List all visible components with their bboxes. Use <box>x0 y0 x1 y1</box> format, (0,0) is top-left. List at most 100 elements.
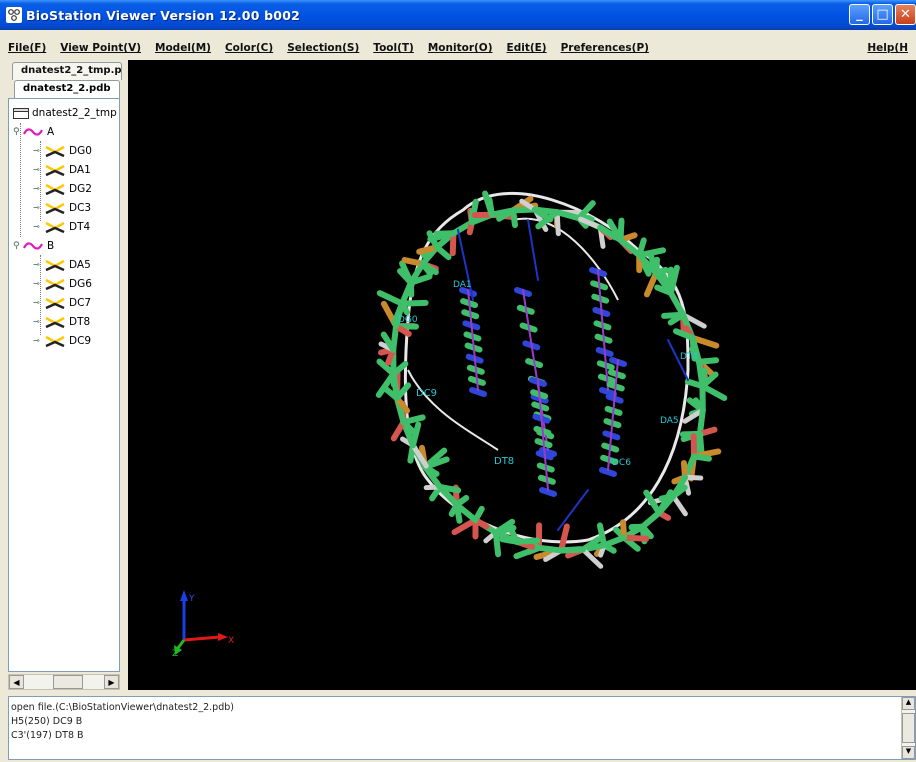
close-icon: ✕ <box>900 7 911 22</box>
residue-label-da5: DA5 <box>660 416 679 426</box>
console-vertical-scrollbar[interactable]: ▲ ▼ <box>901 697 915 759</box>
tree-chain-label: A <box>47 125 55 138</box>
maximize-icon: □ <box>876 7 889 22</box>
expand-toggle-icon[interactable]: ⚲ <box>13 241 23 251</box>
tab-dnatest2-2[interactable]: dnatest2_2.pdb <box>14 80 120 98</box>
structure-tree: dnatest2_2_tmp ⚲ A ⊸ DG0 ⊸ DA1 ⊸ DG2 ⊸ D… <box>8 98 120 672</box>
menu-monitor[interactable]: Monitor(O) <box>420 42 499 54</box>
bond-stick <box>514 537 541 545</box>
node-handle-icon: ⊸ <box>33 336 40 345</box>
tree-residue-dg2[interactable]: ⊸ DG2 <box>33 179 92 198</box>
console-line: C3'(197) DT8 B <box>11 730 84 741</box>
node-handle-icon: ⊸ <box>33 298 40 307</box>
residue-label: DG0 <box>69 144 92 157</box>
tree-horizontal-scrollbar[interactable]: ◀ ▶ <box>8 674 120 690</box>
residue-label-dc6: DC6 <box>612 458 631 468</box>
tree-residue-dg0[interactable]: ⊸ DG0 <box>33 141 92 160</box>
arrow-up-icon: ▲ <box>905 698 912 706</box>
residue-bond-icon <box>45 145 65 157</box>
residue-label-dt4: DT4 <box>680 352 698 362</box>
tree-chain-b[interactable]: ⚲ B <box>13 236 54 255</box>
console-line: open file.(C:\BioStationViewer\dnatest2_… <box>11 702 234 713</box>
molecule-viewer[interactable]: DA1 DG0 DC9 DT4 DA5 DT8 DC6 Y X Z <box>128 60 916 690</box>
tree-residue-dg6[interactable]: ⊸ DG6 <box>33 274 92 293</box>
residue-label: DT4 <box>69 220 91 233</box>
menu-color[interactable]: Color(C) <box>217 42 279 54</box>
axis-label-z: Z <box>172 649 178 659</box>
residue-bond-icon <box>45 335 65 347</box>
bond-stick <box>492 529 502 558</box>
console-line: H5(250) DC9 B <box>11 716 83 727</box>
residue-bond-icon <box>45 278 65 290</box>
molecule-canvas[interactable]: DA1 DG0 DC9 DT4 DA5 DT8 DC6 Y X Z <box>128 60 916 690</box>
tree-residue-dc7[interactable]: ⊸ DC7 <box>33 293 91 312</box>
app-molecule-icon <box>6 7 22 23</box>
menu-selection[interactable]: Selection(S) <box>279 42 365 54</box>
expand-toggle-icon[interactable]: ⚲ <box>13 127 23 137</box>
menu-tool[interactable]: Tool(T) <box>365 42 420 54</box>
tree-root-label: dnatest2_2_tmp <box>32 106 117 119</box>
chain-wave-icon <box>23 126 43 138</box>
window-title: BioStation Viewer Version 12.00 b002 <box>26 7 300 23</box>
residue-bond-icon <box>45 297 65 309</box>
maximize-button[interactable]: □ <box>872 4 893 25</box>
bond-stick <box>596 522 608 549</box>
title-bar: BioStation Viewer Version 12.00 b002 _ □… <box>0 0 916 30</box>
menu-help[interactable]: Help(H <box>859 42 914 54</box>
scroll-down-button[interactable]: ▼ <box>902 746 915 759</box>
residue-label: DG2 <box>69 182 92 195</box>
tree-residue-da5[interactable]: ⊸ DA5 <box>33 255 91 274</box>
scroll-right-button[interactable]: ▶ <box>104 675 119 689</box>
node-handle-icon: ⊸ <box>33 203 40 212</box>
minimize-button[interactable]: _ <box>849 4 870 25</box>
axis-triad: Y X Z <box>172 590 234 659</box>
tree-chain-label: B <box>47 239 55 252</box>
residue-label: DA5 <box>69 258 91 271</box>
tree-residue-dc9[interactable]: ⊸ DC9 <box>33 331 91 350</box>
residue-label-dc9: DC9 <box>416 388 437 399</box>
bond-stick <box>557 489 589 531</box>
node-handle-icon: ⊸ <box>33 260 40 269</box>
minimize-icon: _ <box>856 7 863 22</box>
axis-label-y: Y <box>188 594 195 604</box>
close-button[interactable]: ✕ <box>895 4 916 25</box>
tree-chain-a[interactable]: ⚲ A <box>13 122 54 141</box>
residue-label: DC7 <box>69 296 92 309</box>
tree-residue-da1[interactable]: ⊸ DA1 <box>33 160 91 179</box>
bond-stick <box>699 383 728 402</box>
menu-edit[interactable]: Edit(E) <box>499 42 553 54</box>
tree-residue-dt8[interactable]: ⊸ DT8 <box>33 312 90 331</box>
residue-label: DC9 <box>69 334 92 347</box>
menu-preferences[interactable]: Preferences(P) <box>553 42 655 54</box>
residue-bond-icon <box>45 221 65 233</box>
scroll-thumb[interactable] <box>902 713 915 743</box>
tab-dnatest2-2-tmp[interactable]: dnatest2_2_tmp.p <box>12 62 122 80</box>
arrow-left-icon: ◀ <box>13 677 20 687</box>
tree-residue-dc3[interactable]: ⊸ DC3 <box>33 198 91 217</box>
menu-bar: File(F) View Point(V) Model(M) Color(C) … <box>0 38 916 58</box>
split-pane-divider[interactable] <box>122 60 127 690</box>
residue-label: DT8 <box>69 315 91 328</box>
residue-label-dg0: DG0 <box>398 315 418 325</box>
tree-root[interactable]: dnatest2_2_tmp <box>13 103 117 122</box>
folder-icon <box>13 107 29 119</box>
bond-stick <box>670 493 688 517</box>
bond-stick <box>558 546 585 554</box>
scroll-thumb[interactable] <box>53 675 83 689</box>
message-console[interactable]: open file.(C:\BioStationViewer\dnatest2_… <box>8 696 916 760</box>
node-handle-icon: ⊸ <box>33 279 40 288</box>
residue-bond-icon <box>45 183 65 195</box>
bond-stick <box>621 534 650 542</box>
node-handle-icon: ⊸ <box>33 184 40 193</box>
residue-bond-icon <box>45 316 65 328</box>
menu-file[interactable]: File(F) <box>0 42 52 54</box>
bond-stick <box>639 509 663 530</box>
scroll-up-button[interactable]: ▲ <box>902 697 915 710</box>
tree-residue-dt4[interactable]: ⊸ DT4 <box>33 217 90 236</box>
bond-stick <box>390 323 400 353</box>
arrow-right-icon: ▶ <box>108 677 115 687</box>
menu-view-point[interactable]: View Point(V) <box>52 42 147 54</box>
atom-bonds <box>375 190 728 569</box>
menu-model[interactable]: Model(M) <box>147 42 217 54</box>
scroll-left-button[interactable]: ◀ <box>9 675 24 689</box>
